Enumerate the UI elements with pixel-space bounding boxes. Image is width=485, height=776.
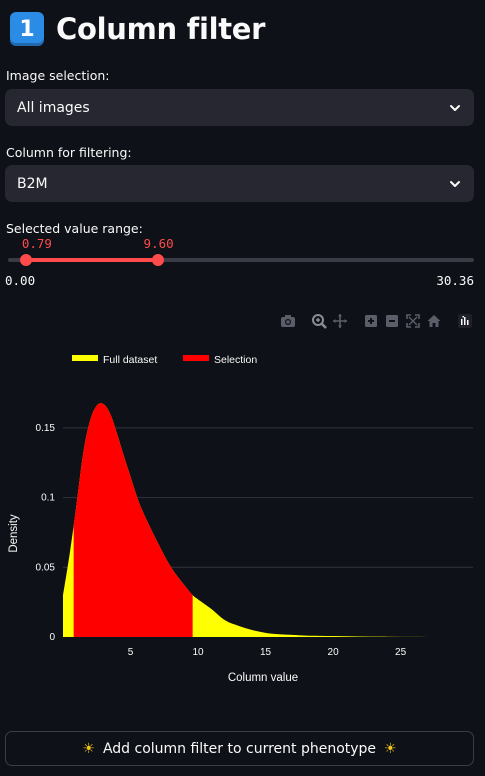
x-tick-label: 15 [260,647,272,658]
column-filter-label: Column for filtering: [6,145,132,160]
range-slider-low-handle[interactable] [19,254,32,266]
y-tick-label: 0.1 [41,493,55,504]
add-column-filter-button[interactable]: ☀ Add column filter to current phenotype… [5,731,474,766]
x-tick-label: 25 [395,647,407,658]
range-slider-fill [25,258,158,262]
zoom-out-icon[interactable] [384,313,400,329]
camera-icon[interactable] [280,313,296,329]
sun-icon: ☀ [82,740,95,757]
range-high-value: 9.60 [143,236,174,251]
y-tick-label: 0.15 [36,423,56,434]
legend-swatch [183,355,209,361]
chevron-down-icon [450,180,460,187]
add-column-filter-button-label: Add column filter to current phenotype [102,740,377,757]
pan-icon[interactable] [332,313,348,329]
range-label: Selected value range: [6,221,143,236]
y-axis-label: Density [8,514,20,553]
column-filter-dropdown[interactable]: B2M [5,165,474,202]
image-selection-label: Image selection: [6,68,110,83]
number-one-badge-icon: 1 [10,12,44,46]
range-max-value: 30.36 [436,273,474,288]
autoscale-icon[interactable] [405,313,421,329]
selection-area [73,403,193,637]
column-filter-value: B2M [17,175,48,192]
x-tick-label: 5 [128,647,134,658]
image-selection-dropdown[interactable]: All images [5,89,474,126]
range-min-value: 0.00 [5,273,36,288]
sun-icon: ☀ [384,740,397,757]
legend-label: Full dataset [103,354,157,366]
image-selection-value: All images [17,99,90,116]
y-tick-label: 0 [49,632,55,643]
range-slider-high-handle[interactable] [151,254,164,266]
reset-axes-icon[interactable] [426,313,442,329]
plotly-logo-icon[interactable] [457,313,473,329]
zoom-in-icon[interactable] [363,313,379,329]
zoom-icon[interactable] [311,313,327,329]
range-low-value: 0.79 [21,236,52,251]
y-tick-label: 0.05 [36,562,56,573]
chevron-down-icon [450,104,460,111]
page-title: Column filter [56,12,266,46]
x-tick-label: 10 [192,647,204,658]
x-axis-label: Column value [228,672,298,684]
chart-toolbar [280,313,473,329]
page-header: 1 Column filter [10,12,265,46]
density-chart: 0 0.05 0.1 0.15 5 10 15 20 25 Column value Density… [8,354,473,684]
legend-label: Selection [214,354,257,366]
x-tick-label: 20 [328,647,340,658]
legend-swatch [72,355,98,361]
